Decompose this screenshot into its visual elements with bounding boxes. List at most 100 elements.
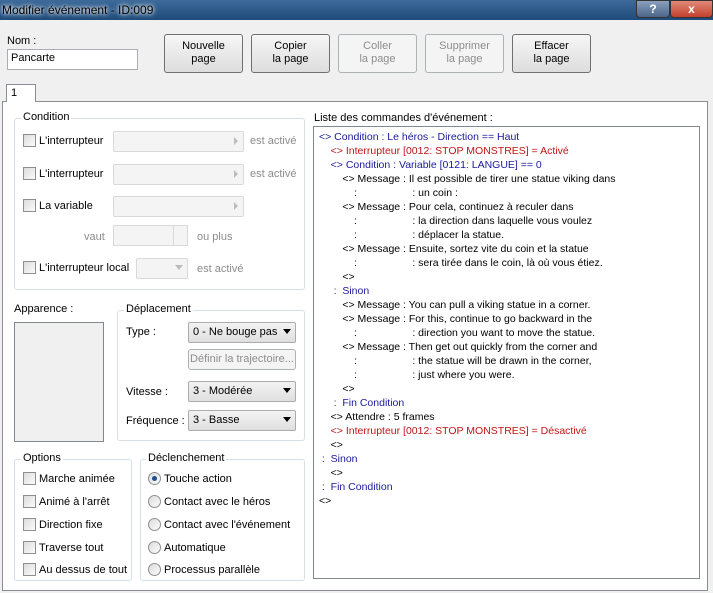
tab-page-1[interactable]: 1	[6, 84, 36, 102]
command-line[interactable]: <>	[319, 270, 354, 284]
command-line[interactable]: : : the statue will be drawn in the corn…	[319, 354, 592, 368]
command-line[interactable]: : : la direction dans laquelle vous voul…	[319, 214, 592, 228]
switch1-label: L'interrupteur	[39, 135, 104, 147]
variable-label: La variable	[39, 200, 93, 212]
command-line[interactable]: : : déplacer la statue.	[319, 228, 504, 242]
option-stepping-anim-label: Animé à l'arrêt	[39, 496, 110, 508]
value-spinner[interactable]	[113, 225, 188, 246]
condition-title: Condition	[21, 111, 72, 123]
trigger-player-touch-radio[interactable]	[148, 495, 161, 508]
option-direction-fix-label: Direction fixe	[39, 519, 103, 531]
type-value: 0 - Ne bouge pas	[193, 326, 278, 338]
switch2-suffix: est activé	[250, 168, 297, 180]
speed-value: 3 - Modérée	[193, 385, 253, 397]
trigger-parallel-radio[interactable]	[148, 563, 161, 576]
copy-page-button[interactable]: Copier la page	[251, 34, 330, 73]
command-line[interactable]: <> Interrupteur [0012: STOP MONSTRES] = …	[319, 424, 587, 438]
trigger-parallel-label: Processus parallèle	[164, 564, 260, 576]
command-line[interactable]: <> Interrupteur [0012: STOP MONSTRES] = …	[319, 144, 569, 158]
trigger-event-touch-radio[interactable]	[148, 518, 161, 531]
define-route-button[interactable]: Définir la trajectoire...	[188, 349, 296, 370]
command-line[interactable]: <>	[319, 494, 331, 508]
command-line[interactable]: : : un coin :	[319, 186, 458, 200]
command-line[interactable]: <>	[319, 382, 354, 396]
command-line[interactable]: <> Message : Il est possible de tirer un…	[319, 172, 615, 186]
appearance-title: Apparence :	[14, 303, 74, 315]
local-switch-select[interactable]	[136, 258, 188, 279]
switch2-checkbox[interactable]	[23, 167, 36, 180]
trigger-player-touch-label: Contact avec le héros	[164, 496, 271, 508]
chevron-right-icon	[234, 137, 238, 145]
name-label: Nom :	[7, 35, 37, 47]
local-switch-suffix: est activé	[197, 263, 244, 275]
option-always-on-top-checkbox[interactable]	[23, 563, 36, 576]
type-select[interactable]: 0 - Ne bouge pas	[188, 322, 296, 343]
command-line[interactable]: <> Message : For this, continue to go ba…	[319, 312, 592, 326]
command-line[interactable]: <> Message : Pour cela, continuez à recu…	[319, 200, 573, 214]
chevron-right-icon	[234, 170, 238, 178]
option-stepping-anim-checkbox[interactable]	[23, 495, 36, 508]
option-through-checkbox[interactable]	[23, 541, 36, 554]
command-line[interactable]: <> Message : You can pull a viking statu…	[319, 298, 590, 312]
command-line[interactable]: : Fin Condition	[319, 396, 405, 410]
switch2-label: L'interrupteur	[39, 168, 104, 180]
switch1-checkbox[interactable]	[23, 134, 36, 147]
command-line[interactable]: <>	[319, 466, 343, 480]
chevron-down-icon	[283, 417, 291, 422]
switch2-select[interactable]	[113, 164, 244, 185]
speed-select[interactable]: 3 - Modérée	[188, 381, 296, 402]
paste-page-button[interactable]: Coller la page	[338, 34, 417, 73]
trigger-title: Déclenchement	[146, 452, 227, 464]
switch1-select[interactable]	[113, 131, 244, 152]
command-line[interactable]: <> Message : Ensuite, sortez vite du coi…	[319, 242, 588, 256]
command-line[interactable]: : Sinon	[319, 452, 358, 466]
command-line[interactable]: : : just where you were.	[319, 368, 514, 382]
help-button[interactable]: ?	[636, 0, 670, 18]
movement-title: Déplacement	[124, 303, 193, 315]
command-line[interactable]: : : sera tirée dans le coin, là où vous …	[319, 256, 603, 270]
variable-select[interactable]	[113, 196, 244, 217]
option-walking-anim-checkbox[interactable]	[23, 472, 36, 485]
command-list-title: Liste des commandes d'événement :	[314, 112, 493, 124]
command-line[interactable]: <> Condition : Variable [0121: LANGUE] =…	[319, 158, 542, 172]
command-line[interactable]: <> Message : Then get out quickly from t…	[319, 340, 597, 354]
trigger-autorun-label: Automatique	[164, 542, 226, 554]
value-suffix: ou plus	[197, 231, 233, 243]
option-direction-fix-checkbox[interactable]	[23, 518, 36, 531]
options-title: Options	[21, 452, 63, 464]
command-line[interactable]: <> Condition : Le héros - Direction == H…	[319, 130, 519, 144]
option-through-label: Traverse tout	[39, 542, 104, 554]
option-walking-anim-label: Marche animée	[39, 473, 115, 485]
clear-page-button[interactable]: Effacer la page	[512, 34, 591, 73]
trigger-autorun-radio[interactable]	[148, 541, 161, 554]
type-label: Type :	[126, 326, 156, 338]
speed-label: Vitesse :	[126, 386, 168, 398]
window-title: Modifier événement - ID:009	[2, 3, 154, 17]
switch1-suffix: est activé	[250, 135, 297, 147]
delete-page-button[interactable]: Supprimer la page	[425, 34, 504, 73]
trigger-action-button-radio[interactable]	[148, 472, 161, 485]
trigger-action-button-label: Touche action	[164, 473, 232, 485]
close-button[interactable]: x	[670, 0, 713, 18]
variable-checkbox[interactable]	[23, 199, 36, 212]
value-label: vaut	[84, 231, 105, 243]
spinner-arrows-icon[interactable]	[173, 226, 187, 245]
title-bar: Modifier événement - ID:009 ? x	[0, 0, 713, 20]
command-line[interactable]: <>	[319, 438, 343, 452]
appearance-preview[interactable]	[14, 322, 104, 442]
command-line[interactable]: : Sinon	[319, 284, 370, 298]
frequency-value: 3 - Basse	[193, 414, 240, 426]
local-switch-checkbox[interactable]	[23, 261, 36, 274]
command-line[interactable]: : Fin Condition	[319, 480, 393, 494]
name-input[interactable]: Pancarte	[7, 49, 138, 70]
command-line[interactable]: <> Attendre : 5 frames	[319, 410, 435, 424]
option-always-on-top-label: Au dessus de tout	[39, 564, 128, 576]
new-page-button[interactable]: Nouvelle page	[164, 34, 243, 73]
local-switch-label: L'interrupteur local	[39, 262, 130, 274]
chevron-right-icon	[234, 202, 238, 210]
frequency-select[interactable]: 3 - Basse	[188, 410, 296, 431]
command-line[interactable]: : : direction you want to move the statu…	[319, 326, 595, 340]
trigger-event-touch-label: Contact avec l'événement	[164, 519, 291, 531]
command-list[interactable]: <> Condition : Le héros - Direction == H…	[313, 126, 700, 579]
frequency-label: Fréquence :	[126, 415, 185, 427]
